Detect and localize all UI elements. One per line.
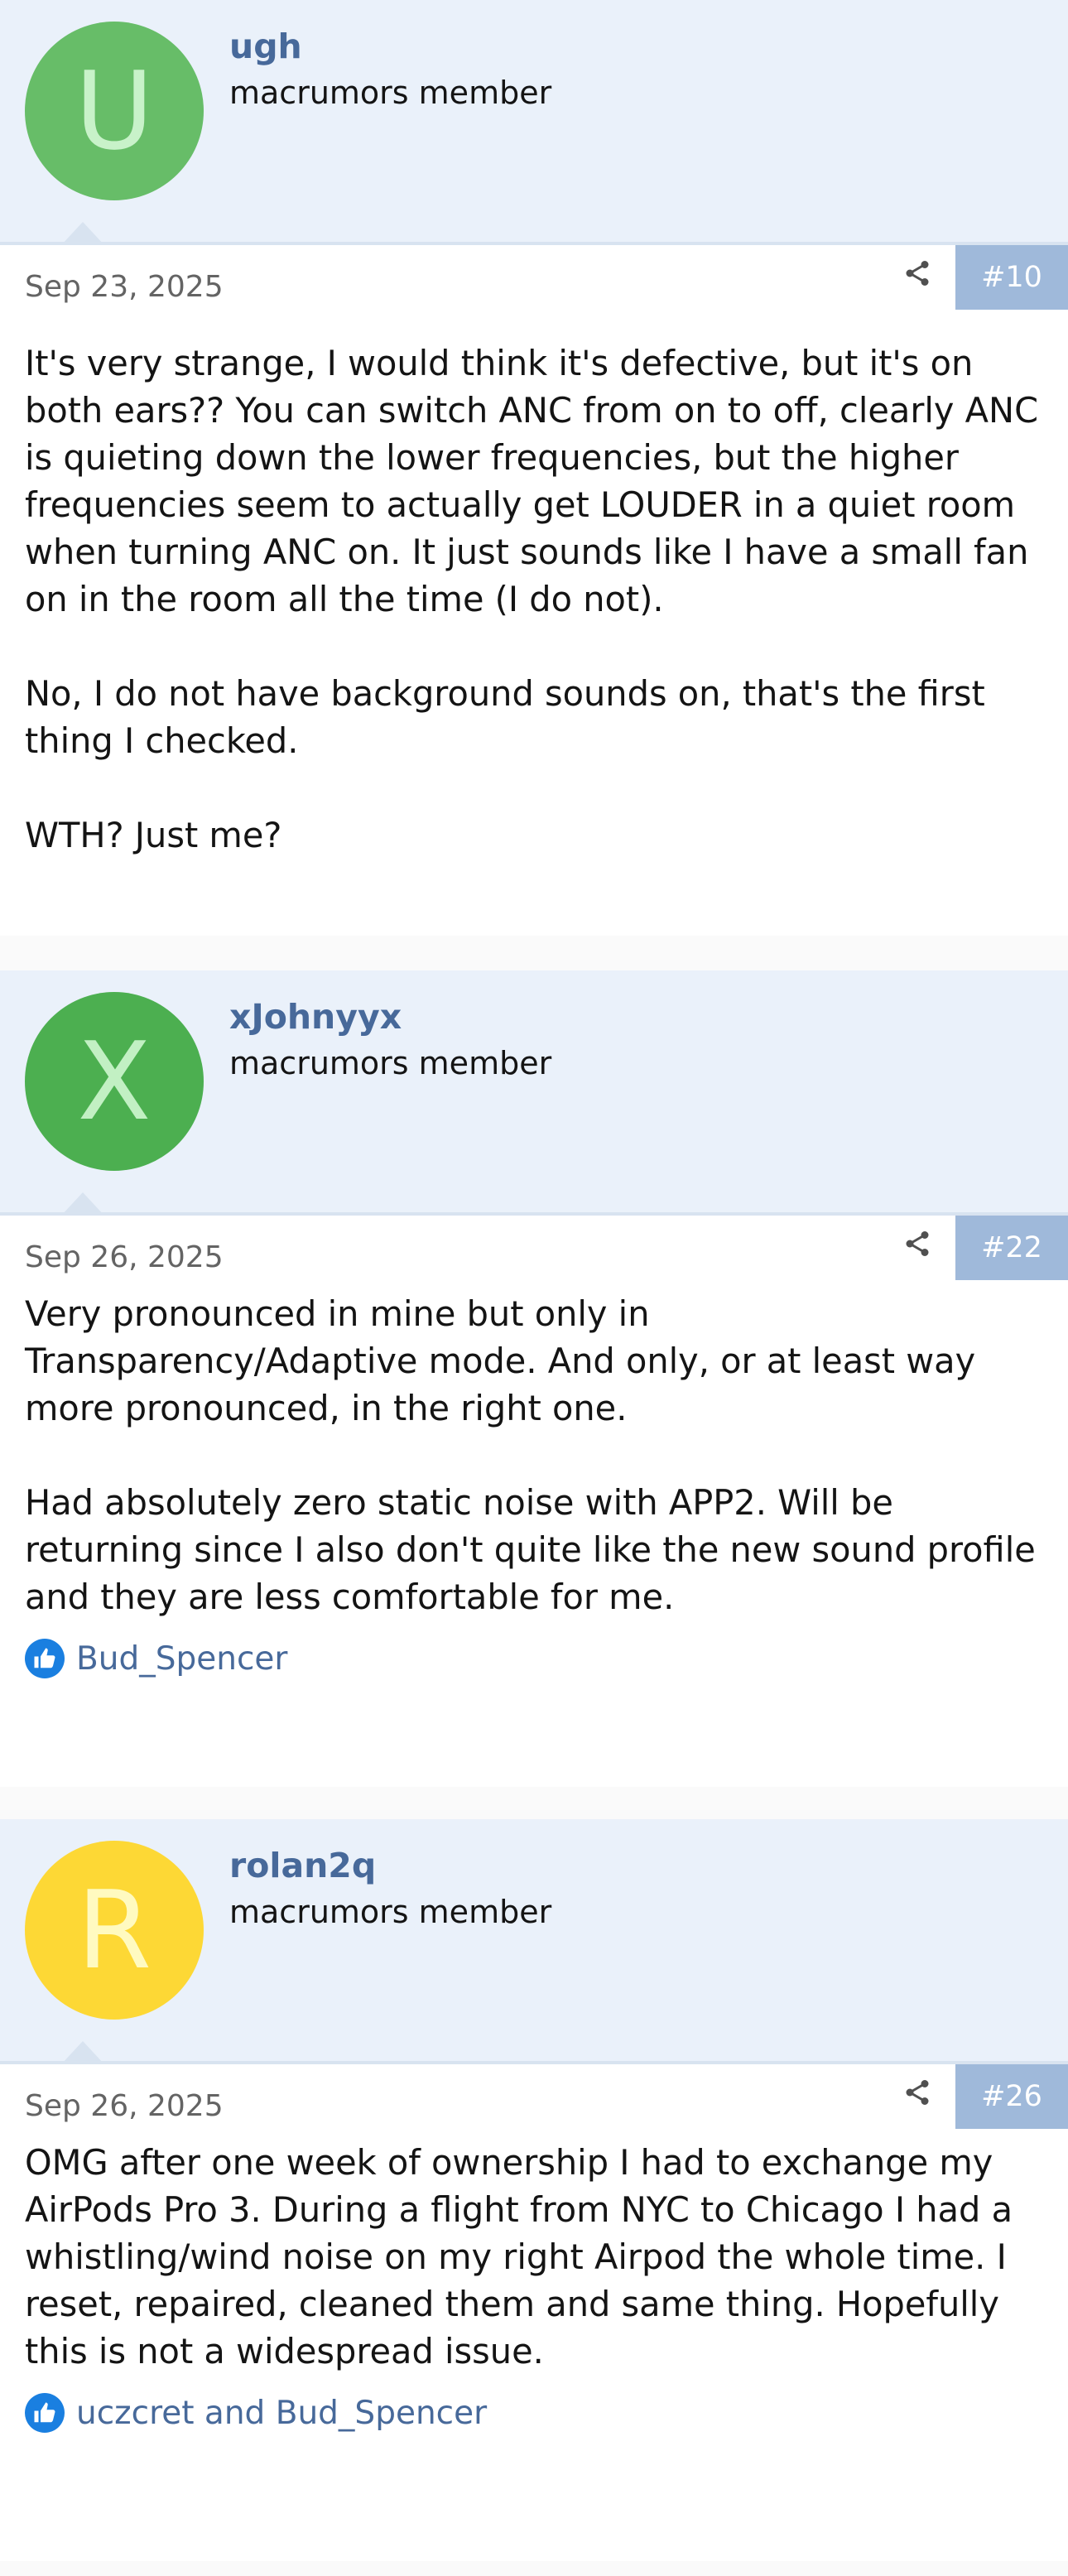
message-paragraph: Very pronounced in mine but only in Tran… [25,1293,976,1428]
share-icon[interactable] [902,1229,932,1259]
user-title: macrumors member [229,1894,552,1930]
reactions-bar: Bud_Spencer [0,1639,1068,1678]
post-10-message: It's very strange, I would think it's de… [0,339,1068,859]
avatar[interactable]: U [25,22,204,200]
post-number-link[interactable]: #10 [955,245,1068,310]
post-date[interactable]: Sep 26, 2025 [25,2089,224,2123]
thumbs-up-icon[interactable] [25,1639,65,1678]
post-body: Sep 26, 2025 #22 Very pronounced in mine… [0,1216,1068,1787]
post-date[interactable]: Sep 26, 2025 [25,1240,224,1274]
share-icon[interactable] [902,258,932,288]
share-icon[interactable] [902,2078,932,2107]
user-title: macrumors member [229,75,552,111]
header-arrow [61,222,104,245]
username-link[interactable]: rolan2q [229,1846,376,1885]
message-paragraph: No, I do not have background sounds on, … [25,673,985,761]
message-paragraph: It's very strange, I would think it's de… [25,343,1039,619]
header-arrow [61,2041,104,2064]
header-arrow [61,1192,104,1216]
post-date[interactable]: Sep 23, 2025 [25,270,224,304]
post-meta: Sep 26, 2025 #26 [0,2064,1068,2132]
post-22: X xJohnyyx macrumors member Sep 26, 2025… [0,970,1068,1787]
reaction-users-link[interactable]: uczcret and Bud_Spencer [76,2395,487,2432]
reaction-users-link[interactable]: Bud_Spencer [76,1640,287,1678]
post-body: Sep 26, 2025 #26 OMG after one week of o… [0,2064,1068,2561]
message-paragraph: WTH? Just me? [25,815,282,855]
avatar-letter: R [76,1867,152,1993]
user-title: macrumors member [229,1045,552,1081]
message-paragraph: Had absolutely zero static noise with AP… [25,1482,1036,1617]
post-user-header: U ugh macrumors member [0,0,1068,245]
post-content: OMG after one week of ownership I had to… [0,2132,1068,2375]
post-user-header: X xJohnyyx macrumors member [0,970,1068,1216]
message-paragraph: OMG after one week of ownership I had to… [25,2142,1013,2371]
avatar-letter: X [77,1018,152,1144]
avatar[interactable]: R [25,1841,204,2020]
post-meta: Sep 23, 2025 #10 [0,245,1068,313]
post-meta: Sep 26, 2025 #22 [0,1216,1068,1283]
reactions-bar: uczcret and Bud_Spencer [0,2393,1068,2433]
username-link[interactable]: ugh [229,26,302,66]
post-number-link[interactable]: #22 [955,1216,1068,1280]
thumbs-up-icon[interactable] [25,2393,65,2433]
username-link[interactable]: xJohnyyx [229,997,402,1037]
avatar-letter: U [75,48,154,174]
post-number-link[interactable]: #26 [955,2064,1068,2129]
avatar[interactable]: X [25,992,204,1171]
post-content: Very pronounced in mine but only in Tran… [0,1283,1068,1620]
post-user-header: R rolan2q macrumors member [0,1819,1068,2064]
post-26: R rolan2q macrumors member Sep 26, 2025 … [0,1819,1068,2561]
